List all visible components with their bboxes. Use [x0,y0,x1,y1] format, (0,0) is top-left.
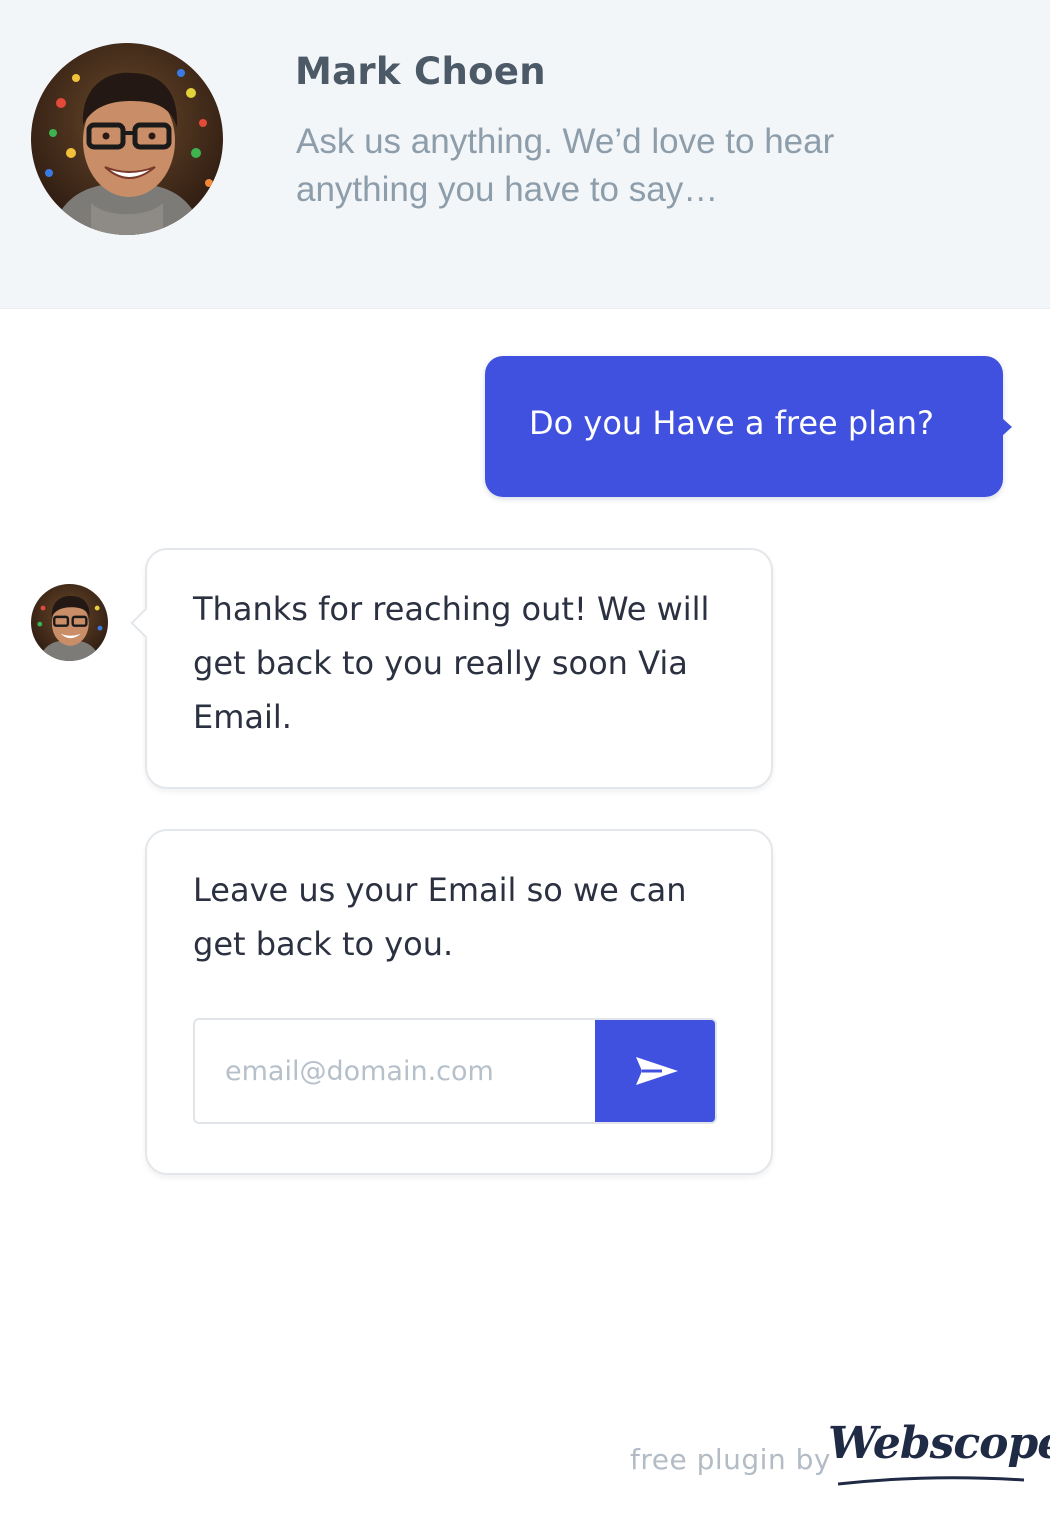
send-button[interactable] [595,1020,715,1122]
agent-photo-small [31,584,108,661]
logo-underline [838,1476,1024,1486]
agent-avatar-small [31,584,108,661]
user-bubble-tail [1002,418,1012,436]
email-input[interactable] [195,1020,595,1122]
agent-avatar [31,43,223,235]
agent-reply-bubble: Thanks for reaching out! We will get bac… [130,548,773,789]
email-capture-bubble: Leave us your Email so we can get back t… [145,829,773,1175]
footer-label: free plugin by [630,1443,831,1476]
user-message-text: Do you Have a free plan? [529,404,934,442]
brand-name: Webscope [828,1418,1050,1469]
agent-name: Mark Choen [295,50,546,93]
email-form [193,1018,717,1124]
agent-reply-text: Thanks for reaching out! We will get bac… [193,590,710,736]
chat-header: Mark Choen Ask us anything. We’d love to… [0,0,1050,309]
email-prompt-text: Leave us your Email so we can get back t… [193,871,687,963]
agent-photo [31,43,223,235]
user-message-bubble: Do you Have a free plan? [485,356,1012,497]
agent-tagline: Ask us anything. We’d love to hear anyth… [296,122,835,209]
webscope-logo[interactable]: Webscope [828,1418,1050,1488]
paper-plane-icon [636,1057,678,1085]
agent-bubble-tail [130,607,162,639]
